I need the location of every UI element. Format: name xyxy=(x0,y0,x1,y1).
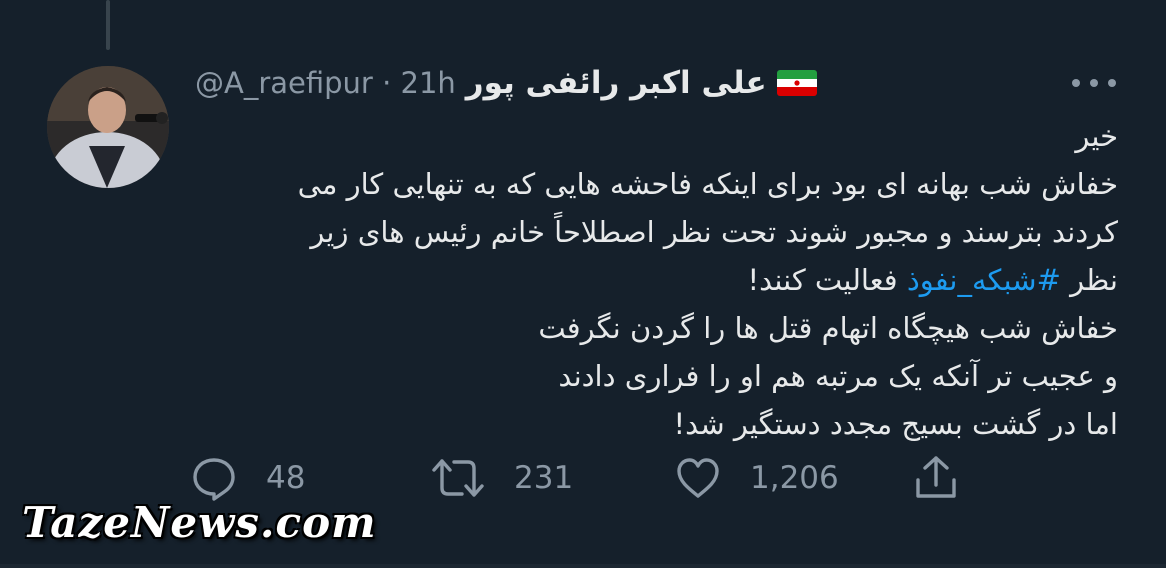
retweet-count: 231 xyxy=(514,460,574,496)
retweet-button[interactable]: 231 xyxy=(430,450,573,506)
more-options-icon[interactable] xyxy=(1072,68,1116,98)
tweet-line: کردند بترسند و مجبور شوند تحت نظر اصطلاح… xyxy=(310,215,1118,249)
dot xyxy=(1090,79,1098,87)
author-meta: @A_raefipur · 21h xyxy=(195,66,456,100)
tweet-line-prefix: نظر xyxy=(1060,263,1118,297)
dot xyxy=(1108,79,1116,87)
hashtag-link[interactable]: #شبکه_نفوذ xyxy=(907,263,1061,297)
meta-separator: · xyxy=(382,66,392,100)
tweet-timestamp[interactable]: 21h xyxy=(401,66,456,100)
like-button[interactable]: 1,206 xyxy=(674,450,839,506)
share-button[interactable] xyxy=(912,450,960,506)
tweet-line: خفاش شب بهانه ای بود برای اینکه فاحشه ها… xyxy=(297,167,1118,201)
reply-icon xyxy=(193,458,235,501)
tweet-line: و عجیب تر آنکه یک مرتبه هم او را فراری د… xyxy=(558,359,1118,393)
avatar-photo xyxy=(47,66,169,188)
author-handle[interactable]: @A_raefipur xyxy=(195,66,373,100)
tweet-line: خفاش شب هیچگاه اتهام قتل ها را گردن نگرف… xyxy=(538,311,1118,345)
avatar[interactable] xyxy=(47,66,169,188)
heart-icon xyxy=(677,458,719,498)
author-display-name[interactable]: علی اکبر رائفی پور xyxy=(466,65,767,101)
tweet-line-suffix: فعالیت کنند! xyxy=(747,263,907,297)
dot xyxy=(1072,79,1080,87)
bottom-divider xyxy=(0,564,1166,568)
tweet-header: علی اکبر رائفی پور @A_raefipur · 21h xyxy=(195,58,955,108)
tweet-line: نظر #شبکه_نفوذ فعالیت کنند! xyxy=(178,256,1118,304)
reply-count: 48 xyxy=(266,460,306,496)
thread-connector-line xyxy=(106,0,110,50)
like-count: 1,206 xyxy=(750,460,839,496)
tweet-line: خیر xyxy=(1075,119,1118,153)
retweet-icon xyxy=(432,459,484,497)
iran-flag-icon xyxy=(776,70,817,96)
tweet-line: اما در گشت بسیج مجدد دستگیر شد! xyxy=(673,407,1119,441)
tweet-text: خیر خفاش شب بهانه ای بود برای اینکه فاحش… xyxy=(178,112,1118,448)
site-watermark: TazeNews.com xyxy=(22,498,377,547)
share-icon xyxy=(916,456,956,498)
